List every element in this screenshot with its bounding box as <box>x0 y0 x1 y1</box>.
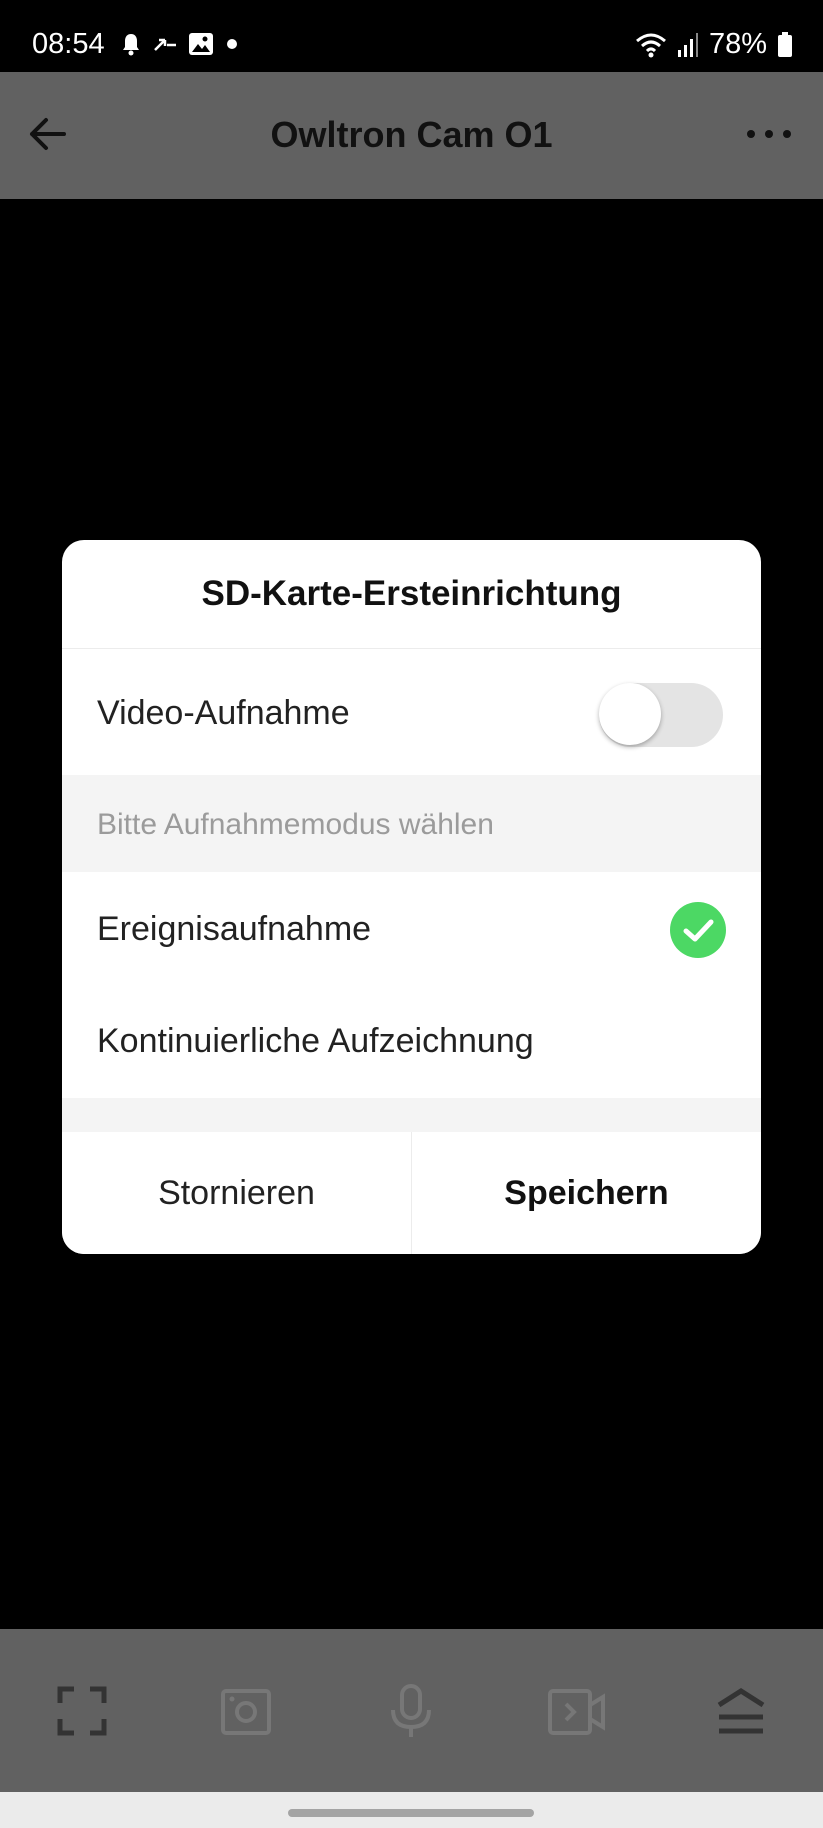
wifi-icon <box>635 32 667 58</box>
snapshot-icon <box>216 1689 276 1745</box>
more-options-button[interactable] <box>711 1681 771 1741</box>
toggle-knob <box>599 683 661 745</box>
gallery-icon <box>188 32 214 56</box>
status-right-icons: 78% <box>635 28 793 61</box>
battery-text: 78% <box>708 28 767 60</box>
fullscreen-button[interactable] <box>52 1681 112 1741</box>
status-time: 08:54 <box>32 28 105 60</box>
app-header: Owltron Cam O1 <box>0 72 823 199</box>
notification-bell-icon <box>120 32 142 56</box>
more-button[interactable] <box>745 124 793 144</box>
video-recording-label: Video-Aufnahme <box>97 694 350 732</box>
sd-setup-dialog: SD-Karte-Ersteinrichtung Video-Aufnahme … <box>62 540 761 1254</box>
signal-icon <box>677 32 699 58</box>
mode-option-label: Kontinuierliche Aufzeichnung <box>97 1022 534 1060</box>
save-button[interactable]: Speichern <box>412 1132 761 1254</box>
status-left-icons <box>120 32 240 56</box>
cancel-button[interactable]: Stornieren <box>62 1132 412 1254</box>
dialog-title: SD-Karte-Ersteinrichtung <box>62 540 761 649</box>
microphone-button[interactable] <box>381 1681 441 1741</box>
dialog-divider <box>62 1098 761 1132</box>
call-forward-icon <box>152 33 178 55</box>
mode-hint-text: Bitte Aufnahmemodus wählen <box>97 808 494 841</box>
record-video-button[interactable] <box>546 1681 606 1741</box>
checkmark-icon <box>670 902 726 958</box>
video-recording-toggle[interactable] <box>599 683 723 747</box>
mode-option-continuous[interactable]: Kontinuierliche Aufzeichnung <box>62 982 761 1094</box>
mode-option-event[interactable]: Ereignisaufnahme <box>62 872 761 982</box>
battery-icon <box>777 31 793 58</box>
more-options-icon <box>711 1688 771 1745</box>
mode-section-hint: Bitte Aufnahmemodus wählen <box>62 775 761 872</box>
camera-toolbar <box>0 1629 823 1792</box>
video-recording-row: Video-Aufnahme <box>62 649 761 775</box>
fullscreen-icon <box>52 1686 112 1745</box>
page-title: Owltron Cam O1 <box>270 114 553 155</box>
more-dots-icon <box>745 130 793 148</box>
navigation-bar <box>0 1792 823 1828</box>
snapshot-button[interactable] <box>216 1681 276 1741</box>
status-bar: 08:54 78% <box>0 0 823 72</box>
microphone-icon <box>381 1684 441 1745</box>
dot-icon <box>224 36 240 52</box>
home-indicator[interactable] <box>288 1809 534 1817</box>
mode-option-label: Ereignisaufnahme <box>97 910 372 948</box>
record-video-icon <box>546 1689 606 1745</box>
